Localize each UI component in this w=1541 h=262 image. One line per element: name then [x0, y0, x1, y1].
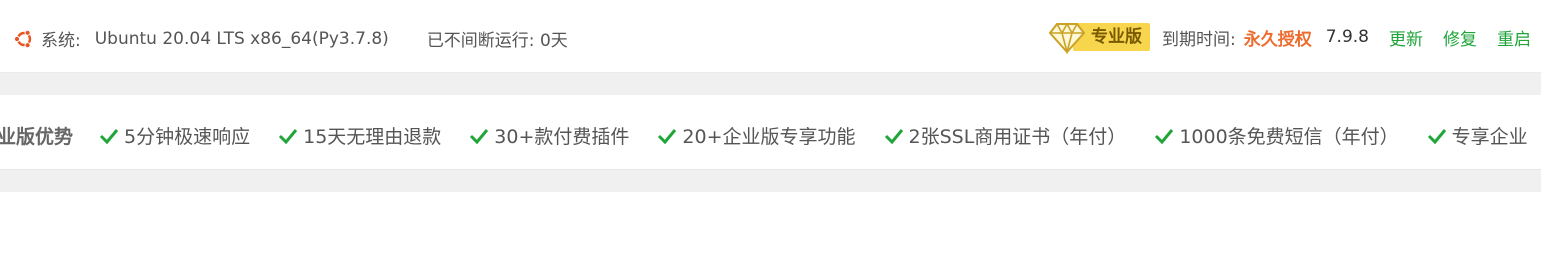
update-link[interactable]: 更新: [1389, 25, 1423, 50]
advantage-item: 5分钟极速响应: [99, 122, 250, 149]
advantage-label: 5分钟极速响应: [124, 126, 251, 148]
section-gap: [0, 73, 1541, 95]
advantage-item: 15天无理由退款: [278, 122, 441, 149]
repair-link[interactable]: 修复: [1443, 25, 1477, 50]
advantage-item: 1000条免费短信（年付）: [1154, 122, 1399, 149]
check-icon: [279, 128, 298, 144]
advantage-label: 1000条免费短信（年付）: [1179, 126, 1399, 148]
enterprise-advantages-bar: 企业版优势 5分钟极速响应 15天无理由退款 30+款付费插件 20+企业版专享…: [0, 95, 1541, 170]
advantage-item: 20+企业版专享功能: [657, 122, 856, 149]
system-label: 系统:: [41, 31, 81, 51]
expire-value: 永久授权: [1243, 29, 1312, 50]
diamond-icon: [1049, 22, 1085, 54]
license-area: 专业版 到期时间: 永久授权 7.9.8 更新 修复 重启: [1049, 20, 1531, 54]
ubuntu-icon: [13, 29, 32, 48]
check-icon: [1427, 128, 1446, 144]
check-icon: [1155, 128, 1174, 144]
check-icon: [658, 128, 677, 144]
check-icon: [99, 128, 119, 144]
advantages-title: 企业版优势: [0, 126, 74, 148]
advantage-item: 2张SSL商用证书（年付）: [884, 122, 1127, 149]
pro-badge[interactable]: 专业版: [1049, 20, 1150, 54]
advantage-label: 30+款付费插件: [494, 126, 630, 148]
restart-link[interactable]: 重启: [1497, 25, 1531, 50]
check-icon: [470, 128, 489, 144]
version-number: 7.9.8: [1325, 27, 1369, 47]
advantage-label: 2张SSL商用证书（年付）: [908, 126, 1127, 148]
advantage-label: 专享企业: [1451, 126, 1528, 148]
top-status-bar: 系统: Ubuntu 20.04 LTS x86_64(Py3.7.8) 已不间…: [0, 0, 1541, 73]
advantage-label: 15天无理由退款: [303, 126, 442, 148]
expire-label: 到期时间:: [1162, 29, 1236, 50]
section-gap: [0, 170, 1541, 192]
os-version: Ubuntu 20.04 LTS x86_64(Py3.7.8): [94, 28, 389, 49]
advantage-item: 专享企业: [1427, 122, 1528, 149]
uptime-text: 已不间断运行: 0天: [426, 31, 568, 51]
system-info: 系统: Ubuntu 20.04 LTS x86_64(Py3.7.8) 已不间…: [13, 26, 568, 51]
advantage-item: 30+款付费插件: [469, 122, 629, 149]
advantage-label: 20+企业版专享功能: [682, 126, 856, 148]
check-icon: [884, 128, 903, 144]
